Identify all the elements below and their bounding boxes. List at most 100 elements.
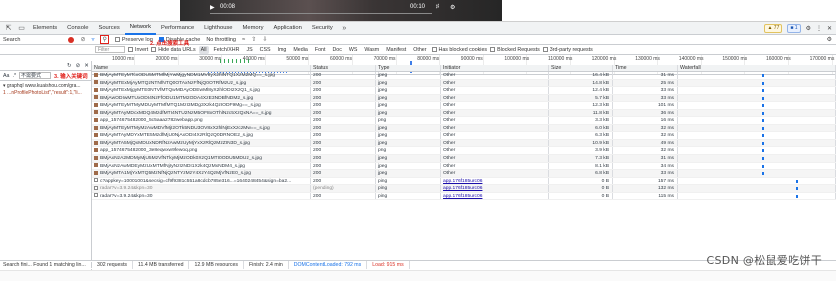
type-filter-doc[interactable]: Doc — [330, 46, 343, 54]
row-initiator[interactable]: app.176f185urc06 — [441, 185, 549, 192]
row-initiator[interactable]: app.176f185urc06 — [441, 177, 549, 185]
initiator-link[interactable]: app.176f185urc06 — [443, 194, 482, 199]
wifi-icon[interactable]: ≈ — [242, 37, 245, 43]
search-input[interactable]: 不需要式 — [19, 72, 52, 79]
more-tabs-icon[interactable]: » — [338, 25, 351, 32]
refresh-search-icon[interactable]: ↻ — [67, 63, 72, 69]
import-icon[interactable]: ⇧ — [251, 36, 256, 43]
row-name[interactable]: BMjAyMTExMjAyMTQzNTNfNTQ0OTAxNzFfNjQ0OTR… — [92, 79, 311, 87]
search-icon[interactable]: ⚲ — [100, 35, 109, 44]
table-row[interactable]: BMjAwODIwMTUxODI4NzFfODU1MTM2ODA4XzE3NDB… — [92, 94, 836, 103]
type-filter-img[interactable]: Img — [276, 46, 289, 54]
regex-toggle[interactable]: .* — [12, 73, 16, 79]
tab-application[interactable]: Application — [268, 22, 306, 35]
row-name[interactable]: app_1574675482000_5c5aaa2782webapp.png — [92, 117, 311, 124]
video-player[interactable]: ▶ 00:08 00:10 ♯ ⚙ — [180, 0, 502, 21]
warnings-badge[interactable]: ▲ 77 — [764, 24, 783, 33]
blocked-requests-checkbox[interactable]: Blocked Requests — [490, 47, 540, 53]
video-progress-bar[interactable] — [210, 13, 432, 14]
row-name[interactable]: radar?v=3.9.24&kpn=30 — [92, 192, 311, 200]
col-size[interactable]: Size — [549, 65, 613, 71]
close-icon[interactable]: ✕ — [827, 25, 832, 32]
table-row[interactable]: c?appkey=10001001&secsig=cf9f9381c551a8c… — [92, 177, 836, 186]
row-name[interactable]: c?appkey=10001001&secsig=cf9f9381c551a8c… — [92, 177, 311, 185]
hide-data-urls-checkbox[interactable]: Hide data URLs — [151, 47, 196, 53]
row-name[interactable]: BMjAyMTA1MjYxMTQ5MzNfNjQzNTYzMzY4XzY4QzM… — [92, 170, 311, 177]
invert-checkbox[interactable]: Invert — [128, 47, 148, 53]
table-row[interactable]: BMjAyMTAyMDcxMDQ4MzdfMTI4NTU2NzM5OF8xOTh… — [92, 109, 836, 118]
tab-security[interactable]: Security — [307, 22, 338, 35]
type-filter-wasm[interactable]: Wasm — [362, 46, 381, 54]
table-row[interactable]: BMjAxNzA2MDMyMjU5MzVfNTkyMjMzODk0XzQ1MTI… — [92, 155, 836, 163]
row-name[interactable]: BMjAyMTEyMTMyMDUyMTMfMTQ1MzI3MDg3Xzk4QzI… — [92, 102, 311, 109]
table-row[interactable]: BMjAyMTEyMTMyMDUyMTMfMTQ1MzI3MDg3Xzk4QzI… — [92, 102, 836, 110]
clear-search-icon[interactable]: ⊘ — [76, 63, 81, 69]
volume-icon[interactable]: ♯ — [436, 4, 439, 10]
row-name[interactable]: BMjAyMTAyMDcxMDQ4MzdfMTI4NTU2NzM5OF8xOTh… — [92, 109, 311, 117]
type-filter-media[interactable]: Media — [291, 46, 309, 54]
play-icon[interactable]: ▶ — [210, 4, 215, 11]
row-initiator[interactable]: app.176f185urc06 — [441, 192, 549, 200]
row-name[interactable]: app_1574675482000_3e8eqwxw9fewoq.png — [92, 147, 311, 155]
table-row[interactable]: app_1574675482000_3e8eqwxw9fewoq.png 200 p… — [92, 147, 836, 156]
tab-console[interactable]: Console — [62, 22, 93, 35]
inspect-icon[interactable]: ⇱ — [2, 24, 15, 32]
close-search-icon[interactable]: ✕ — [84, 63, 89, 69]
throttling-select[interactable]: No throttling — [206, 37, 236, 43]
search-result-file[interactable]: ▾ graphql www.kuaishou.com/gra... — [3, 83, 88, 90]
row-name[interactable]: BMjAwODIwMTUxODI4NzFfODU1MTM2ODA4XzE3NDB… — [92, 94, 311, 102]
filter-input[interactable]: Filter — [95, 46, 125, 53]
tab-elements[interactable]: Elements — [28, 22, 62, 35]
kebab-menu-icon[interactable]: ⋮ — [816, 25, 822, 32]
gear-icon[interactable]: ⚙ — [827, 36, 832, 43]
col-waterfall[interactable]: Waterfall — [678, 65, 836, 71]
table-row[interactable]: app_1574675482000_5c5aaa2782webapp.png 20… — [92, 117, 836, 125]
settings-icon[interactable]: ⚙ — [450, 4, 455, 11]
row-name[interactable]: radar?v=3.9.24&kpn=30 — [92, 185, 311, 192]
col-name[interactable]: Name — [92, 65, 311, 71]
row-name[interactable]: BMjAyMTA5MjQxMDUxNDRfNzAwMzUyMjYxXzRlQzM… — [92, 139, 311, 147]
type-filter-font[interactable]: Font — [313, 46, 328, 54]
table-row[interactable]: radar?v=3.9.24&kpn=30 (pending) ping app.17… — [92, 185, 836, 193]
record-icon[interactable] — [68, 36, 75, 43]
table-row[interactable]: BMjAyMTEyMTMyMzAwMDVfMjI2OTk5NDU3OV8xX2h… — [92, 124, 836, 133]
match-case-toggle[interactable]: Aa — [3, 73, 9, 79]
row-name[interactable]: BMjAxNzAwMDEyMzUxMTMfNjIyNzIzNDI1Xzk4QzM… — [92, 162, 311, 170]
table-row[interactable]: radar?v=3.9.24&kpn=30 200 ping app.176f185u… — [92, 192, 836, 201]
col-status[interactable]: Status — [311, 65, 376, 71]
type-filter-manifest[interactable]: Manifest — [384, 46, 408, 54]
table-row[interactable]: BMjAyMTEyMTcxODU5MTMfMjYwMjgyNDM1MV8yX2h… — [92, 72, 836, 80]
tab-network[interactable]: Network — [124, 22, 156, 35]
third-party-checkbox[interactable]: 3rd-party requests — [542, 47, 593, 53]
row-name[interactable]: BMjAxNzA2MDMyMjU5MzVfNTkyMjMzODk0XzQ1MTI… — [92, 155, 311, 162]
clear-icon[interactable]: ⊘ — [80, 36, 85, 43]
table-row[interactable]: BMjAyMTExMjAyMTQzNTNfNTQ0OTAxNzFfNjQ0OTR… — [92, 79, 836, 88]
type-filter-all[interactable]: All — [198, 45, 209, 54]
row-name[interactable]: BMjAyMTExMjgyMTE0NTVfMTQwMDAyODEwMl8yX2h… — [92, 87, 311, 94]
search-result-line[interactable]: 1 ...nProfilePhotoList","result":1,"li..… — [3, 90, 88, 97]
type-filter-other[interactable]: Other — [411, 46, 428, 54]
type-filter-css[interactable]: CSS — [258, 46, 273, 54]
table-row[interactable]: BMjAyMTAyMDYxMTE5MzdfMjU0NjAxODI4XzRlQzQ… — [92, 132, 836, 140]
initiator-link[interactable]: app.176f185urc06 — [443, 186, 482, 191]
col-type[interactable]: Type — [376, 65, 441, 71]
table-row[interactable]: BMjAyMTA5MjQxMDUxNDRfNzAwMzUyMjYxXzRlQzM… — [92, 139, 836, 148]
row-name[interactable]: BMjAyMTEyMTcxODU5MTMfMjYwMjgyNDM1MV8yX2h… — [92, 72, 311, 79]
table-row[interactable]: BMjAyMTA1MjYxMTQ5MzNfNjQzNTYzMzY4XzY4QzM… — [92, 170, 836, 178]
preserve-log-checkbox[interactable]: Preserve log — [114, 37, 153, 43]
tab-lighthouse[interactable]: Lighthouse — [199, 22, 237, 35]
col-initiator[interactable]: Initiator — [441, 65, 549, 71]
blocked-cookies-checkbox[interactable]: Has blocked cookies — [431, 47, 487, 53]
col-time[interactable]: Time — [613, 65, 678, 71]
type-filter-js[interactable]: JS — [244, 46, 254, 54]
table-row[interactable]: BMjAyMTExMjgyMTE0NTVfMTQwMDAyODEwMl8yX2h… — [92, 87, 836, 95]
row-name[interactable]: BMjAyMTAyMDYxMTE5MzdfMjU0NjAxODI4XzRlQzQ… — [92, 132, 311, 139]
table-row[interactable]: BMjAxNzAwMDEyMzUxMTMfNjIyNzIzNDI1Xzk4QzM… — [92, 162, 836, 171]
filter-icon[interactable]: ▿ — [91, 36, 94, 43]
tab-memory[interactable]: Memory — [238, 22, 269, 35]
row-name[interactable]: BMjAyMTEyMTMyMzAwMDVfMjI2OTk5NDU3OV8xX2h… — [92, 124, 311, 132]
gear-icon[interactable]: ⚙ — [806, 25, 811, 32]
info-badge[interactable]: ■ 1 — [787, 24, 801, 33]
tab-performance[interactable]: Performance — [156, 22, 199, 35]
initiator-link[interactable]: app.176f185urc06 — [443, 179, 482, 184]
